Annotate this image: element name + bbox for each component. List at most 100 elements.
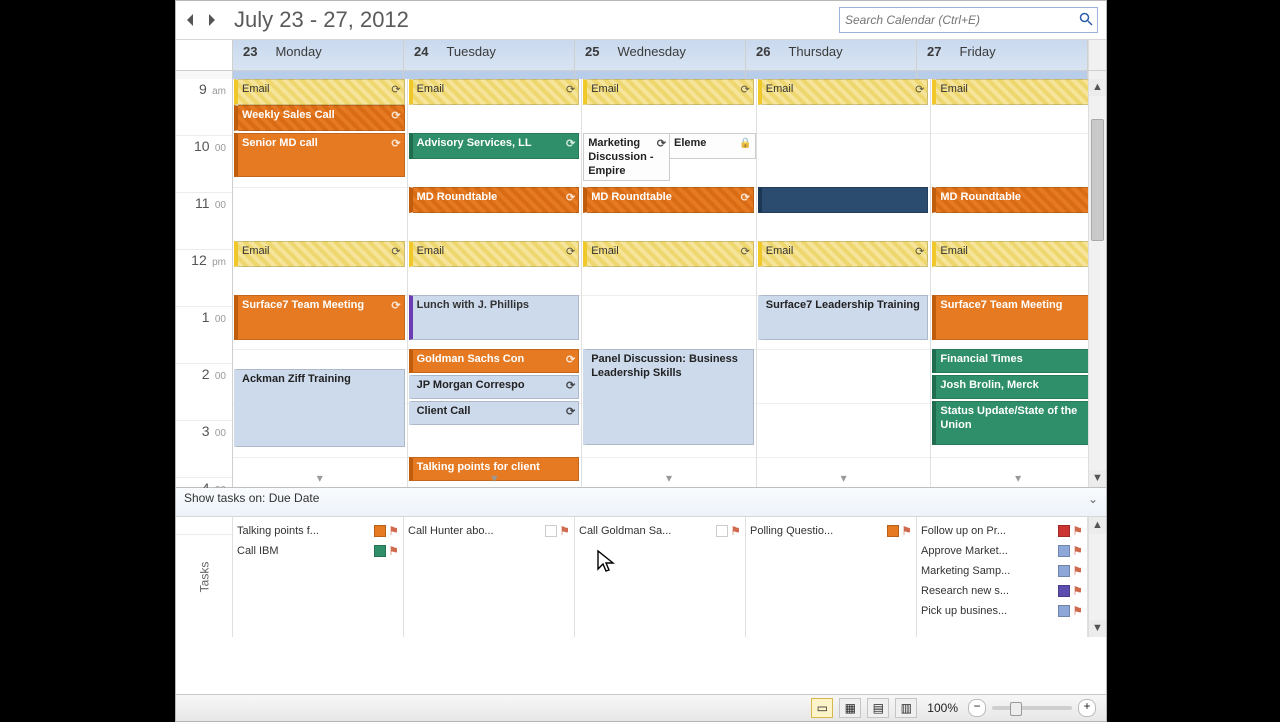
appointment[interactable]: Josh Brolin, Merck⟳ [932, 375, 1103, 399]
tasks-header[interactable]: Show tasks on: Due Date ⌄ [176, 488, 1106, 517]
view-columns-button[interactable]: ▥ [895, 698, 917, 718]
appointment[interactable] [758, 187, 929, 213]
category-icon [374, 545, 386, 557]
appointment[interactable]: Email⟳ [583, 79, 754, 105]
recurring-icon: ⟳ [566, 191, 575, 205]
flag-icon[interactable]: ⚑ [1072, 584, 1083, 598]
appointment[interactable]: Financial Times⟳ [932, 349, 1103, 373]
zoom-out-button[interactable]: − [968, 699, 986, 717]
day-header[interactable]: 24Tuesday [404, 40, 575, 70]
task-item[interactable]: Pick up busines...⚑ [921, 601, 1083, 621]
appointment[interactable]: JP Morgan Correspo⟳ [409, 375, 580, 399]
appointment[interactable]: Email⟳ [932, 79, 1103, 105]
time-ruler: 9 am10 0011 0012 pm1 002 003 004 00 [176, 79, 233, 487]
appointment[interactable]: Client Call⟳ [409, 401, 580, 425]
appointment[interactable]: Advisory Services, LL⟳ [409, 133, 580, 159]
chevron-down-icon[interactable]: ⌄ [1088, 492, 1098, 506]
more-below-icon[interactable]: ▾ [931, 471, 1105, 485]
task-item[interactable]: Approve Market...⚑ [921, 541, 1083, 561]
flag-icon[interactable]: ⚑ [388, 544, 399, 558]
appointment[interactable]: Email⟳ [409, 79, 580, 105]
appointment[interactable]: MD Roundtable⟳ [409, 187, 580, 213]
task-column[interactable]: Call Hunter abo...⚑ [404, 517, 575, 637]
flag-icon[interactable]: ⚑ [559, 524, 570, 538]
appointment[interactable]: Weekly Sales Call⟳ [234, 105, 405, 131]
appointment[interactable]: Email⟳ [409, 241, 580, 267]
appointment[interactable]: MD Roundtable⟳ [932, 187, 1103, 213]
task-item[interactable]: Follow up on Pr...⚑ [921, 521, 1083, 541]
flag-icon[interactable]: ⚑ [730, 524, 741, 538]
appointment[interactable]: Email⟳ [758, 241, 929, 267]
day-column[interactable]: Email⟳ Marketing Discussion - Empire⟳Elem… [582, 79, 757, 487]
task-item[interactable]: Research new s...⚑ [921, 581, 1083, 601]
appointment[interactable]: Senior MD call⟳ [234, 133, 405, 177]
appointment[interactable]: Marketing Discussion - Empire⟳ [583, 133, 670, 181]
category-icon [1058, 605, 1070, 617]
task-column[interactable]: Call Goldman Sa...⚑ [575, 517, 746, 637]
task-column[interactable]: Follow up on Pr...⚑Approve Market...⚑Mar… [917, 517, 1088, 637]
zoom-slider[interactable] [992, 706, 1072, 710]
task-item[interactable]: Polling Questio...⚑ [750, 521, 912, 541]
next-week-button[interactable] [204, 10, 218, 30]
appointment[interactable]: Panel Discussion: Business Leadership Sk… [583, 349, 754, 445]
flag-icon[interactable]: ⚑ [1072, 604, 1083, 618]
appointment[interactable]: Email⟳ [932, 241, 1103, 267]
flag-icon[interactable]: ⚑ [1072, 544, 1083, 558]
appointment[interactable]: Lunch with J. Phillips [409, 295, 580, 340]
day-column[interactable]: Email⟳ Email⟳ Surface7 Leadership Training… [757, 79, 932, 487]
view-list-button[interactable]: ▤ [867, 698, 889, 718]
scroll-up-icon[interactable]: ▲ [1089, 79, 1106, 96]
task-item[interactable]: Call Goldman Sa...⚑ [579, 521, 741, 541]
search-input[interactable] [839, 7, 1098, 33]
day-header-row: 23Monday24Tuesday25Wednesday26Thursday27… [176, 40, 1106, 71]
scroll-down-icon[interactable]: ▼ [1089, 470, 1106, 487]
category-icon [887, 525, 899, 537]
more-below-icon[interactable]: ▾ [408, 471, 582, 485]
day-header[interactable]: 25Wednesday [575, 40, 746, 70]
appointment[interactable]: Eleme🔒 [669, 133, 756, 159]
day-header[interactable]: 27Friday [917, 40, 1088, 70]
more-below-icon[interactable]: ▾ [582, 471, 756, 485]
tasks-side-label: Tasks [176, 517, 233, 637]
task-column[interactable]: Talking points f...⚑Call IBM⚑ [233, 517, 404, 637]
flag-icon[interactable]: ⚑ [901, 524, 912, 538]
more-below-icon[interactable]: ▾ [233, 471, 407, 485]
appointment[interactable]: Goldman Sachs Con⟳ [409, 349, 580, 373]
appointment[interactable]: Surface7 Team Meeting⟳ [234, 295, 405, 340]
day-header[interactable]: 23Monday [233, 40, 404, 70]
scroll-thumb[interactable] [1091, 119, 1104, 241]
task-item[interactable]: Marketing Samp...⚑ [921, 561, 1083, 581]
task-item[interactable]: Call IBM⚑ [237, 541, 399, 561]
appointment[interactable]: Email⟳ [583, 241, 754, 267]
flag-icon[interactable]: ⚑ [388, 524, 399, 538]
day-header[interactable]: 26Thursday [746, 40, 917, 70]
task-item[interactable]: Talking points f...⚑ [237, 521, 399, 541]
toolbar: July 23 - 27, 2012 [176, 1, 1106, 40]
more-below-icon[interactable]: ▾ [757, 471, 931, 485]
search-icon[interactable] [1077, 10, 1095, 28]
task-column[interactable]: Polling Questio...⚑ [746, 517, 917, 637]
appointment[interactable]: Status Update/State of the Union⟳ [932, 401, 1103, 445]
scroll-up-icon[interactable]: ▲ [1089, 517, 1106, 534]
appointment[interactable]: Email⟳ [234, 79, 405, 105]
appointment[interactable]: Ackman Ziff Training [234, 369, 405, 447]
scroll-down-icon[interactable]: ▼ [1089, 620, 1106, 637]
appointment[interactable]: Surface7 Leadership Training [758, 295, 929, 340]
view-grid-button[interactable]: ▦ [839, 698, 861, 718]
task-item[interactable]: Call Hunter abo...⚑ [408, 521, 570, 541]
appointment[interactable]: MD Roundtable⟳ [583, 187, 754, 213]
prev-week-button[interactable] [184, 10, 198, 30]
vertical-scrollbar[interactable]: ▲ ▼ [1088, 79, 1106, 487]
zoom-in-button[interactable]: + [1078, 699, 1096, 717]
zoom-control[interactable]: − + [968, 699, 1096, 717]
day-column[interactable]: Email⟳ MD Roundtable⟳ Email⟳ Surface7 Team … [931, 79, 1106, 487]
view-normal-button[interactable]: ▭ [811, 698, 833, 718]
appointment[interactable]: Surface7 Team Meeting⟳ [932, 295, 1103, 340]
flag-icon[interactable]: ⚑ [1072, 524, 1083, 538]
appointment[interactable]: Email⟳ [758, 79, 929, 105]
day-column[interactable]: Email⟳Weekly Sales Call⟳Senior MD call⟳E… [233, 79, 408, 487]
category-icon [1058, 565, 1070, 577]
flag-icon[interactable]: ⚑ [1072, 564, 1083, 578]
day-column[interactable]: Email⟳ Advisory Services, LL⟳ MD Roundtabl… [408, 79, 583, 487]
appointment[interactable]: Email⟳ [234, 241, 405, 267]
